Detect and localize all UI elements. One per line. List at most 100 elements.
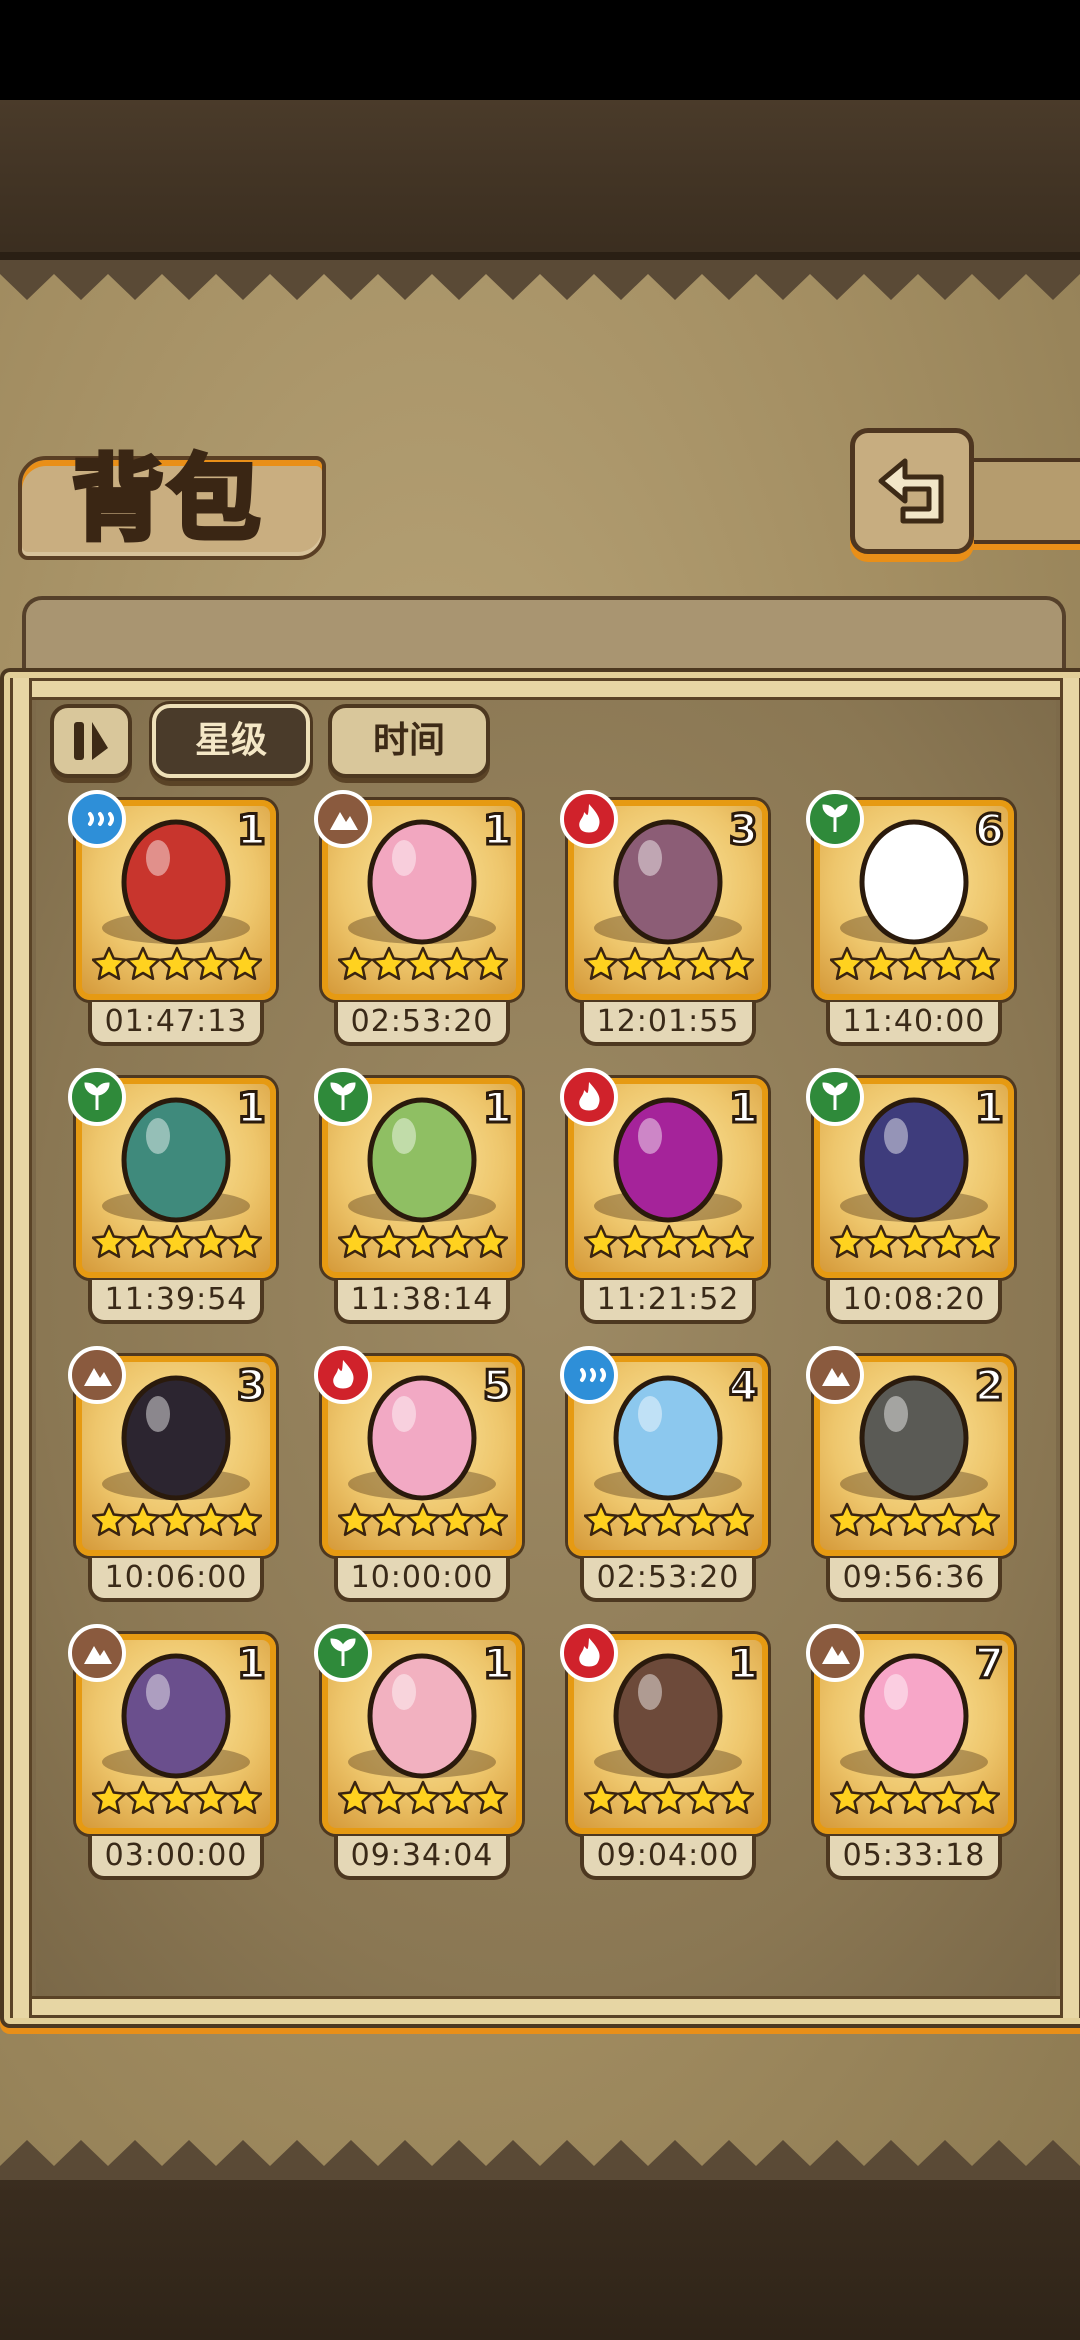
egg-card[interactable]: 1 11:39:54 xyxy=(68,1068,276,1326)
star-icon xyxy=(863,1224,899,1259)
page-title: 背包 xyxy=(69,444,264,556)
hatch-timer: 11:21:52 xyxy=(580,1280,756,1324)
egg-card[interactable]: 1 01:47:13 xyxy=(68,790,276,1048)
star-icon xyxy=(193,1224,229,1259)
egg-card[interactable]: 1 10:08:20 xyxy=(806,1068,1014,1326)
item-count: 1 xyxy=(481,1638,513,1689)
star-icon xyxy=(897,946,933,981)
star-icon xyxy=(371,1224,407,1259)
star-icon xyxy=(830,1224,865,1259)
item-count: 1 xyxy=(235,804,267,855)
water-element-icon xyxy=(560,1346,618,1404)
earth-element-icon xyxy=(68,1624,126,1682)
star-icon xyxy=(685,946,721,981)
star-rating xyxy=(584,1502,754,1537)
hatch-timer: 11:39:54 xyxy=(88,1280,264,1324)
star-icon xyxy=(338,1502,373,1537)
star-rating xyxy=(92,1502,262,1537)
star-rating xyxy=(338,1780,508,1815)
star-icon xyxy=(473,946,508,981)
star-icon xyxy=(685,1780,721,1815)
star-icon xyxy=(584,1780,619,1815)
star-icon xyxy=(439,1224,475,1259)
star-icon xyxy=(338,946,373,981)
sort-by-time-button[interactable]: 时间 xyxy=(328,704,490,778)
fire-element-icon xyxy=(314,1346,372,1404)
star-rating xyxy=(830,1780,1000,1815)
egg-card[interactable]: 5 10:00:00 xyxy=(314,1346,522,1604)
sort-by-star-button[interactable]: 星级 xyxy=(152,704,310,778)
star-icon xyxy=(338,1224,373,1259)
item-count: 5 xyxy=(481,1360,513,1411)
star-icon xyxy=(830,946,865,981)
item-count: 1 xyxy=(481,804,513,855)
earth-element-icon xyxy=(806,1346,864,1404)
star-icon xyxy=(439,1502,475,1537)
star-icon xyxy=(584,946,619,981)
star-icon xyxy=(965,1224,1000,1259)
egg-card[interactable]: 1 02:53:20 xyxy=(314,790,522,1048)
egg-card[interactable]: 1 09:34:04 xyxy=(314,1624,522,1882)
star-icon xyxy=(863,1502,899,1537)
panel-rail-left xyxy=(10,678,32,2018)
hatch-timer: 09:56:36 xyxy=(826,1558,1002,1602)
star-icon xyxy=(371,1502,407,1537)
egg-card[interactable]: 6 11:40:00 xyxy=(806,790,1014,1048)
star-icon xyxy=(227,1224,262,1259)
star-icon xyxy=(227,1780,262,1815)
star-icon xyxy=(159,946,195,981)
status-bar xyxy=(0,0,1080,100)
star-icon xyxy=(159,1780,195,1815)
item-count: 1 xyxy=(235,1082,267,1133)
bottom-decor-strip xyxy=(0,2180,1080,2340)
water-element-icon xyxy=(68,790,126,848)
hatch-timer: 03:00:00 xyxy=(88,1836,264,1880)
grass-element-icon xyxy=(68,1068,126,1126)
egg-card[interactable]: 3 10:06:00 xyxy=(68,1346,276,1604)
star-icon xyxy=(651,1502,687,1537)
item-count: 1 xyxy=(973,1082,1005,1133)
back-rail xyxy=(966,458,1080,544)
item-count: 1 xyxy=(727,1082,759,1133)
star-icon xyxy=(897,1224,933,1259)
star-icon xyxy=(931,1780,967,1815)
hatch-timer: 11:38:14 xyxy=(334,1280,510,1324)
egg-card[interactable]: 1 03:00:00 xyxy=(68,1624,276,1882)
star-icon xyxy=(125,1224,161,1259)
back-button[interactable] xyxy=(850,428,974,554)
earth-element-icon xyxy=(806,1624,864,1682)
item-count: 1 xyxy=(481,1082,513,1133)
hatch-timer: 02:53:20 xyxy=(334,1002,510,1046)
egg-card[interactable]: 4 02:53:20 xyxy=(560,1346,768,1604)
star-icon xyxy=(719,946,754,981)
star-icon xyxy=(473,1502,508,1537)
egg-card[interactable]: 1 11:38:14 xyxy=(314,1068,522,1326)
star-icon xyxy=(405,1224,441,1259)
star-icon xyxy=(227,1502,262,1537)
sort-order-toggle[interactable] xyxy=(50,704,132,778)
hatch-timer: 12:01:55 xyxy=(580,1002,756,1046)
item-count: 6 xyxy=(973,804,1005,855)
star-icon xyxy=(617,1502,653,1537)
egg-card[interactable]: 7 05:33:18 xyxy=(806,1624,1014,1882)
star-rating xyxy=(92,1780,262,1815)
star-icon xyxy=(125,1502,161,1537)
star-rating xyxy=(92,1224,262,1259)
fire-element-icon xyxy=(560,1624,618,1682)
egg-card[interactable]: 2 09:56:36 xyxy=(806,1346,1014,1604)
star-rating xyxy=(338,1224,508,1259)
star-icon xyxy=(719,1502,754,1537)
earth-element-icon xyxy=(68,1346,126,1404)
star-icon xyxy=(92,1224,127,1259)
grass-element-icon xyxy=(806,790,864,848)
panel-rail-top xyxy=(10,678,1080,700)
star-rating xyxy=(584,1780,754,1815)
item-count: 3 xyxy=(235,1360,267,1411)
egg-card[interactable]: 1 11:21:52 xyxy=(560,1068,768,1326)
panel-rail-right xyxy=(1060,678,1080,2018)
hatch-timer: 01:47:13 xyxy=(88,1002,264,1046)
egg-card[interactable]: 1 09:04:00 xyxy=(560,1624,768,1882)
item-count: 4 xyxy=(727,1360,759,1411)
egg-card[interactable]: 3 12:01:55 xyxy=(560,790,768,1048)
hatch-timer: 10:00:00 xyxy=(334,1558,510,1602)
